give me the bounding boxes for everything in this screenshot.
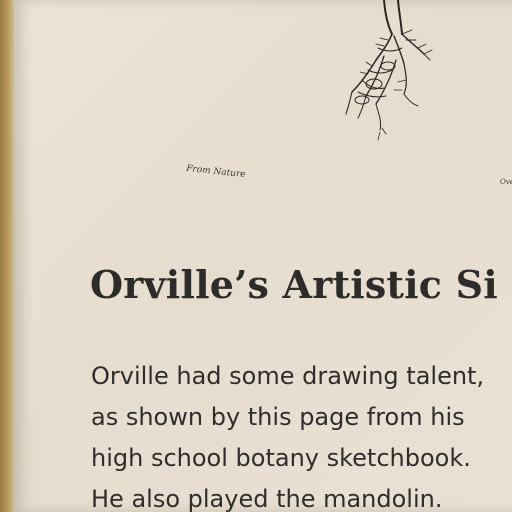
museum-exhibit-photo: From Nature Over Orville’s Artistic Si O… [0, 0, 512, 512]
body-line: He also played the mandolin. [91, 485, 443, 512]
body-line: as shown by this page from his [91, 403, 465, 431]
sketch-caption-right: Over [500, 178, 512, 186]
panel-heading: Orville’s Artistic Si [90, 262, 498, 307]
sketch-caption: From Nature [185, 163, 247, 181]
botanical-sketch [345, 0, 433, 141]
body-line: high school botany sketchbook. [91, 444, 471, 472]
panel-body-text: Orville had some drawing talent, as show… [91, 356, 512, 512]
body-line: Orville had some drawing talent, [91, 362, 485, 390]
